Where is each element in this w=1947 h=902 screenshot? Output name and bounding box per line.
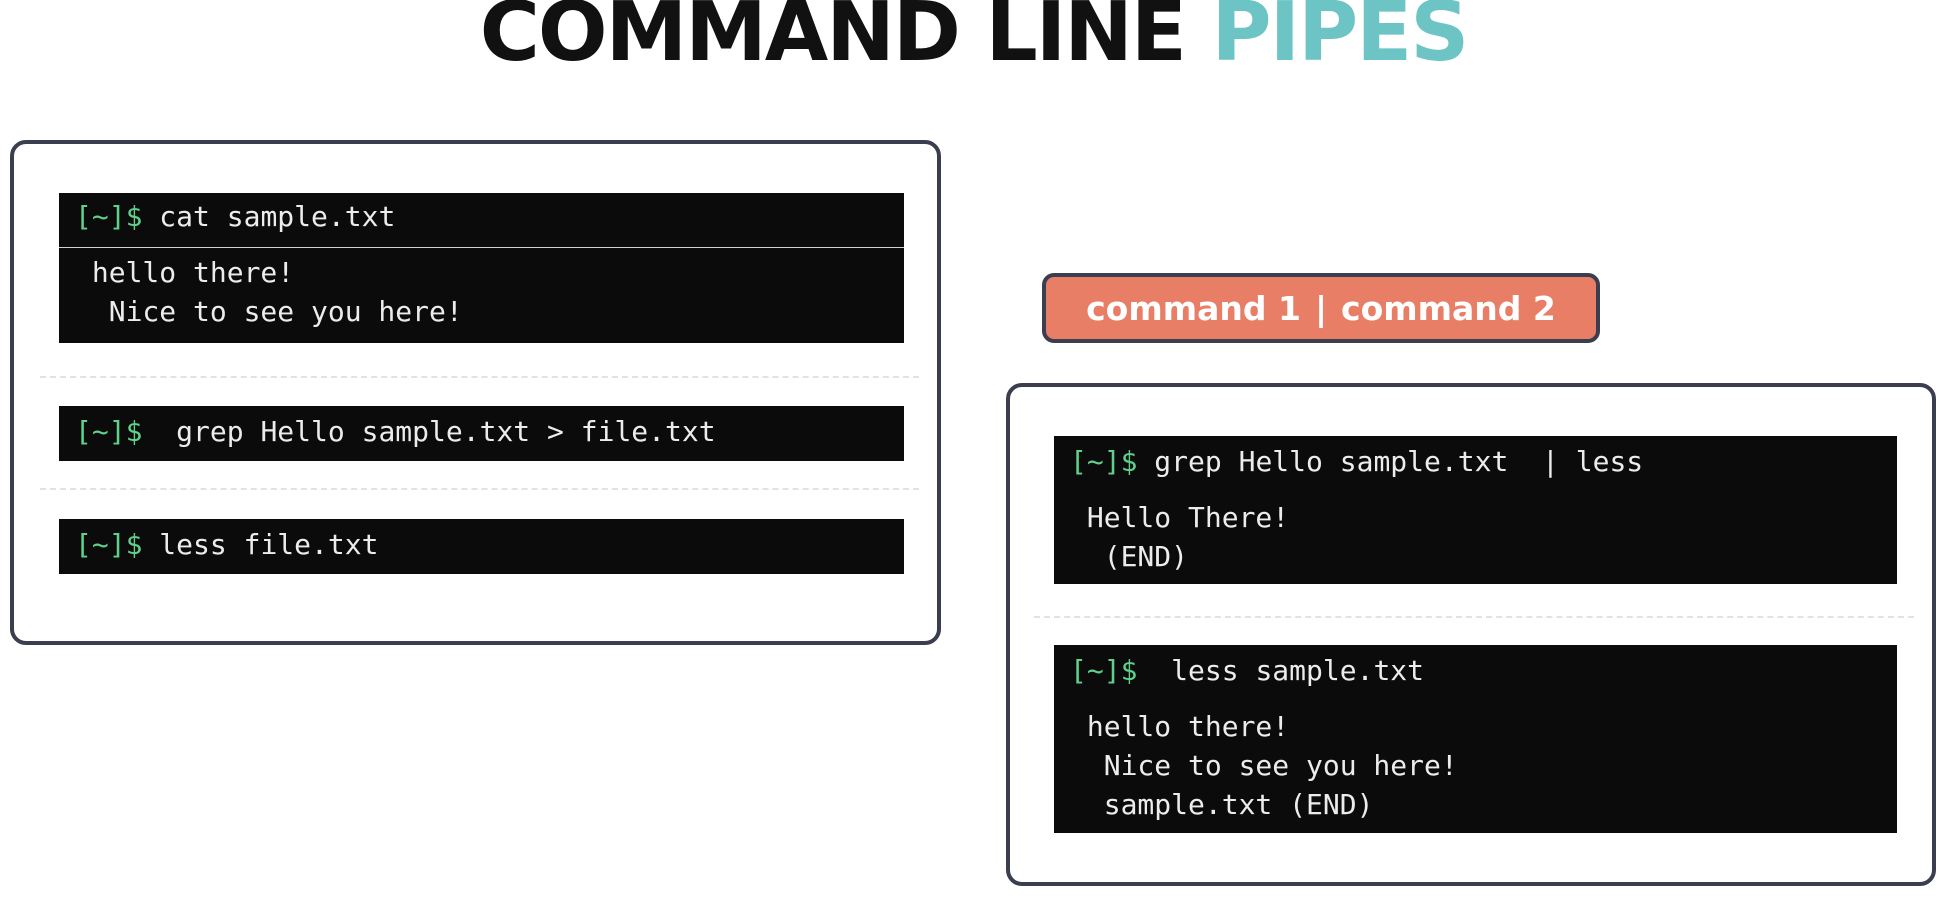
command-line: [~]$ cat sample.txt xyxy=(75,203,395,231)
prompt-symbol: [~]$ xyxy=(75,528,143,561)
output-line: (END) xyxy=(1070,540,1189,573)
prompt-symbol: [~]$ xyxy=(1070,654,1138,687)
command-text: grep Hello sample.txt | less xyxy=(1137,445,1644,478)
output-line: sample.txt (END) xyxy=(1070,788,1374,821)
command-text: cat sample.txt xyxy=(142,200,396,233)
prompt-symbol: [~]$ xyxy=(1070,445,1138,478)
terminal-grep-pipe-less: [~]$ grep Hello sample.txt | less Hello … xyxy=(1054,436,1897,584)
right-panel-with-pipe: [~]$ grep Hello sample.txt | less Hello … xyxy=(1006,383,1936,886)
command-text: grep Hello sample.txt > file.txt xyxy=(142,415,716,448)
pipe-syntax-label: command 1 | command 2 xyxy=(1042,273,1600,343)
command-line: [~]$ less sample.txt xyxy=(1070,657,1424,685)
title-part-pipes: PIPES xyxy=(1211,0,1469,80)
command-line: [~]$ less file.txt xyxy=(75,531,378,559)
output-line: Nice to see you here! xyxy=(75,295,463,328)
terminal-divider xyxy=(59,247,904,248)
terminal-grep-redirect: [~]$ grep Hello sample.txt > file.txt xyxy=(59,406,904,461)
terminal-less-file: [~]$ less file.txt xyxy=(59,519,904,574)
output-line: hello there! xyxy=(75,256,295,289)
terminal-less-sample: [~]$ less sample.txt hello there! Nice t… xyxy=(1054,645,1897,833)
section-divider xyxy=(40,488,919,490)
command-text: less sample.txt xyxy=(1137,654,1425,687)
pipe-command-1: command 1 xyxy=(1086,288,1301,328)
output-line: Nice to see you here! xyxy=(1070,749,1458,782)
section-divider xyxy=(40,376,919,378)
pipe-command-2: command 2 xyxy=(1341,288,1556,328)
command-line: [~]$ grep Hello sample.txt | less xyxy=(1070,448,1643,476)
section-divider xyxy=(1034,616,1914,618)
output-line: hello there! xyxy=(1070,710,1290,743)
output-line: Hello There! xyxy=(1070,501,1290,534)
pipe-symbol: | xyxy=(1314,288,1328,328)
prompt-symbol: [~]$ xyxy=(75,200,143,233)
command-line: [~]$ grep Hello sample.txt > file.txt xyxy=(75,418,716,446)
left-panel-without-pipe: [~]$ cat sample.txt hello there! Nice to… xyxy=(10,140,941,645)
terminal-cat-sample: [~]$ cat sample.txt hello there! Nice to… xyxy=(59,193,904,343)
prompt-symbol: [~]$ xyxy=(75,415,143,448)
command-text: less file.txt xyxy=(142,528,379,561)
page-title: COMMAND LINE PIPES xyxy=(0,0,1947,74)
title-part-command-line: COMMAND LINE xyxy=(479,0,1187,80)
